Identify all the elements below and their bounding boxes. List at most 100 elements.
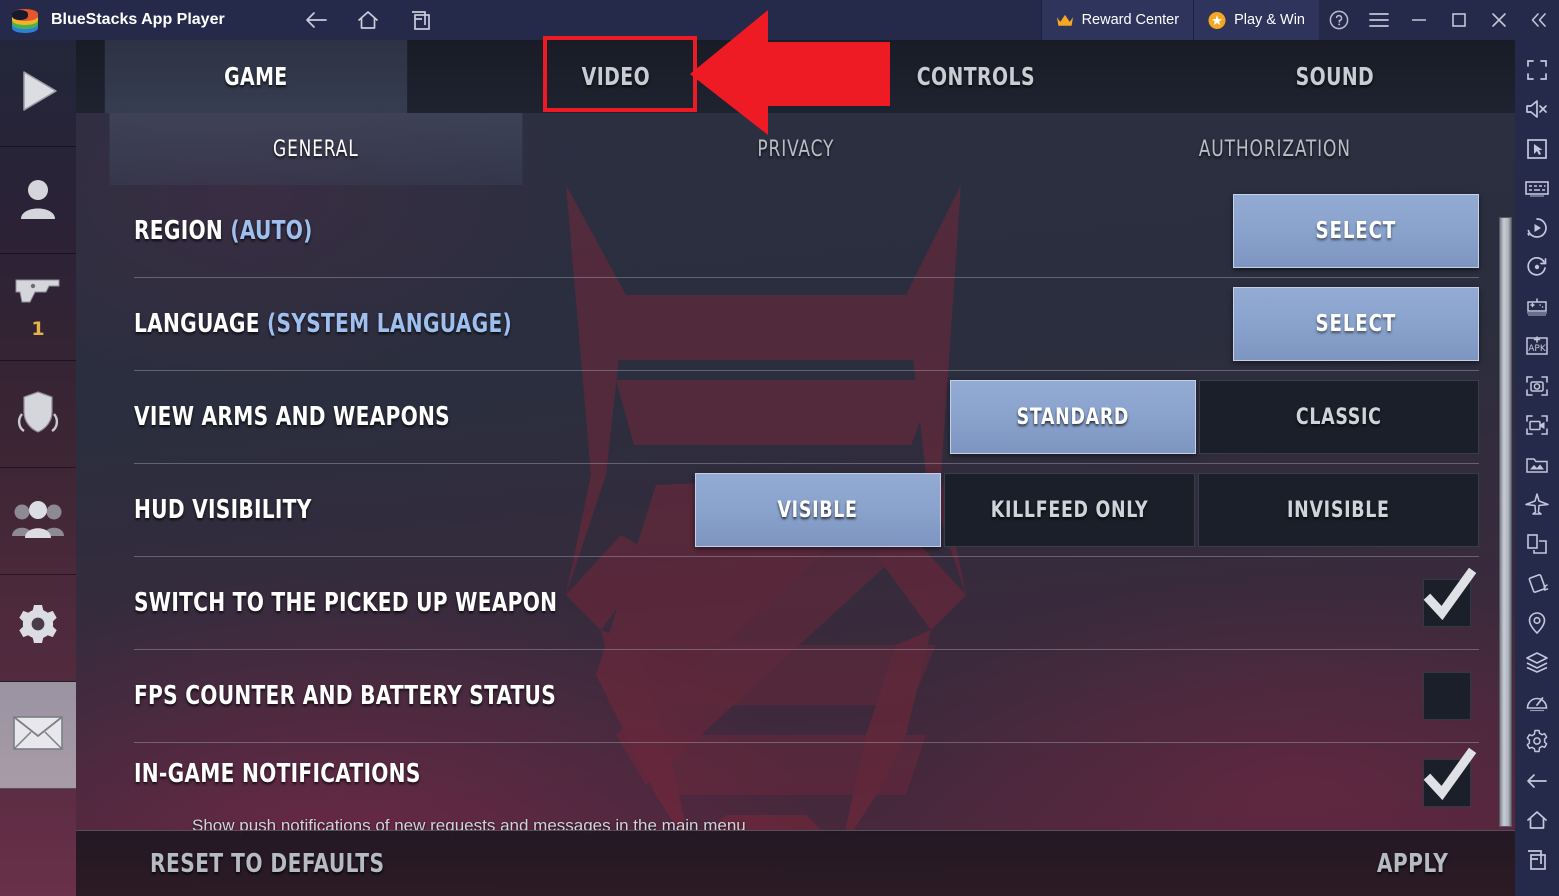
maximize-button[interactable] — [1439, 0, 1479, 40]
sidebar-item-profile[interactable] — [0, 147, 76, 254]
row-control: SELECT — [1233, 287, 1479, 361]
android-nav-buttons — [303, 7, 433, 33]
settings-top-tabs: GAME VIDEO CONTROLS SOUND — [76, 40, 1515, 113]
settings-gear-icon — [15, 603, 61, 654]
back-button[interactable] — [303, 7, 329, 33]
switch-weapon-checkbox[interactable] — [1423, 567, 1477, 627]
rotate-icon[interactable] — [1515, 248, 1559, 288]
record-video-icon[interactable] — [1515, 406, 1559, 446]
table-row: HUD VISIBILITY VISIBLE KILLFEED ONLY INV… — [134, 464, 1479, 557]
row-value-region: (AUTO) — [230, 216, 313, 246]
mail-icon — [12, 714, 64, 757]
hud-option-invisible[interactable]: INVISIBLE — [1198, 473, 1479, 547]
row-label-hud-visibility: HUD VISIBILITY — [134, 495, 312, 525]
row-label-ingame-notifications: IN-GAME NOTIFICATIONS — [134, 759, 421, 789]
play-and-win-button[interactable]: Play & Win — [1193, 0, 1319, 40]
install-apk-icon[interactable]: APK — [1515, 327, 1559, 367]
fps-counter-checkbox[interactable] — [1423, 672, 1471, 720]
mute-icon[interactable] — [1515, 90, 1559, 130]
rank-shield-icon — [14, 388, 62, 441]
settings-scrollbar-track[interactable] — [1499, 185, 1512, 850]
titlebar-right-group: Reward Center Play & Win — [1040, 0, 1559, 40]
collapse-sidebar-button[interactable] — [1519, 0, 1559, 40]
row-label-language: LANGUAGE (SYSTEM LANGUAGE) — [134, 309, 513, 339]
row-control: SELECT — [1233, 194, 1479, 268]
play-icon — [16, 68, 60, 119]
row-value-language: (SYSTEM LANGUAGE) — [267, 309, 513, 339]
tab-sound[interactable]: SOUND — [1184, 40, 1486, 113]
weapon-badge: 1 — [31, 317, 45, 340]
bluestacks-titlebar: BlueStacks App Player Reward Center Play… — [0, 0, 1559, 40]
help-button[interactable] — [1319, 0, 1359, 40]
home-button[interactable] — [355, 7, 381, 33]
sidebar-item-weapon[interactable]: 1 — [0, 254, 76, 361]
view-arms-option-standard[interactable]: STANDARD — [950, 380, 1196, 454]
hud-option-visible[interactable]: VISIBLE — [695, 473, 941, 547]
row-control — [1423, 672, 1479, 720]
tab-video[interactable]: VIDEO — [465, 40, 767, 113]
row-label-view-arms: VIEW ARMS AND WEAPONS — [134, 402, 451, 432]
table-row: SWITCH TO THE PICKED UP WEAPON — [134, 557, 1479, 650]
reset-to-defaults-button[interactable]: RESET TO DEFAULTS — [150, 849, 384, 879]
settings-sub-tabs: GENERAL PRIVACY AUTHORIZATION — [76, 113, 1515, 185]
recents-icon[interactable] — [1515, 840, 1559, 880]
fullscreen-icon[interactable] — [1515, 50, 1559, 90]
language-select-button[interactable]: SELECT — [1233, 287, 1479, 361]
table-row: IN-GAME NOTIFICATIONS Show push notifica… — [134, 743, 1479, 843]
row-control — [1423, 747, 1479, 807]
home-icon[interactable] — [1515, 801, 1559, 841]
menu-button[interactable] — [1359, 0, 1399, 40]
back-icon[interactable] — [1515, 761, 1559, 801]
eco-mode-icon[interactable] — [1515, 485, 1559, 525]
sidebar-item-clan[interactable] — [0, 468, 76, 575]
shake-icon[interactable] — [1515, 564, 1559, 604]
app-title: BlueStacks App Player — [51, 11, 225, 28]
location-icon[interactable] — [1515, 603, 1559, 643]
table-row: VIEW ARMS AND WEAPONS STANDARD CLASSIC — [134, 371, 1479, 464]
crown-icon — [1056, 11, 1074, 29]
reward-center-button[interactable]: Reward Center — [1040, 0, 1194, 40]
apply-button[interactable]: APPLY — [1377, 849, 1448, 879]
settings-scrollbar-thumb[interactable] — [1499, 217, 1512, 827]
sidebar-item-mail[interactable] — [0, 682, 76, 789]
settings-bottom-bar: RESET TO DEFAULTS APPLY — [76, 830, 1515, 896]
instance-manager-icon[interactable] — [1515, 643, 1559, 683]
subtab-privacy[interactable]: PRIVACY — [589, 113, 1002, 185]
row-label-fps-counter: FPS COUNTER AND BATTERY STATUS — [134, 681, 557, 711]
subtab-general[interactable]: GENERAL — [109, 113, 523, 185]
multi-instance-icon[interactable] — [1515, 524, 1559, 564]
tab-controls[interactable]: CONTROLS — [824, 40, 1126, 113]
row-control — [1423, 567, 1479, 627]
gamepad-icon[interactable] — [1515, 287, 1559, 327]
row-control: STANDARD CLASSIC — [950, 380, 1479, 454]
media-manager-icon[interactable] — [1515, 445, 1559, 485]
table-row: LANGUAGE (SYSTEM LANGUAGE) SELECT — [134, 278, 1479, 371]
table-row: FPS COUNTER AND BATTERY STATUS — [134, 650, 1479, 743]
region-select-button[interactable]: SELECT — [1233, 194, 1479, 268]
minimize-button[interactable] — [1399, 0, 1439, 40]
performance-meter-icon[interactable] — [1515, 682, 1559, 722]
tab-game[interactable]: GAME — [104, 40, 407, 113]
row-label-region: REGION (AUTO) — [134, 216, 313, 246]
screenshot-icon[interactable] — [1515, 366, 1559, 406]
close-button[interactable] — [1479, 0, 1519, 40]
star-badge-icon — [1208, 11, 1226, 29]
subtab-authorization[interactable]: AUTHORIZATION — [1069, 113, 1482, 185]
profile-icon — [17, 176, 59, 225]
recents-button[interactable] — [407, 7, 433, 33]
hud-option-killfeed-only[interactable]: KILLFEED ONLY — [944, 473, 1195, 547]
game-sidebar: 1 — [0, 40, 76, 896]
settings-gear-icon[interactable] — [1515, 722, 1559, 762]
cursor-pointer-icon[interactable] — [1515, 129, 1559, 169]
keyboard-controls-icon[interactable] — [1515, 169, 1559, 209]
sidebar-item-play[interactable] — [0, 40, 76, 147]
ingame-notifications-checkbox[interactable] — [1423, 747, 1477, 807]
game-viewport: 1 GAME VIDEO CONTROLS SOUND GENERAL PRIV… — [0, 40, 1515, 896]
reward-center-label: Reward Center — [1081, 12, 1180, 28]
macro-play-icon[interactable] — [1515, 208, 1559, 248]
sidebar-item-settings[interactable] — [0, 575, 76, 682]
view-arms-option-classic[interactable]: CLASSIC — [1199, 380, 1479, 454]
play-and-win-label: Play & Win — [1234, 12, 1305, 28]
row-label-switch-weapon: SWITCH TO THE PICKED UP WEAPON — [134, 588, 558, 618]
sidebar-item-rank[interactable] — [0, 361, 76, 468]
